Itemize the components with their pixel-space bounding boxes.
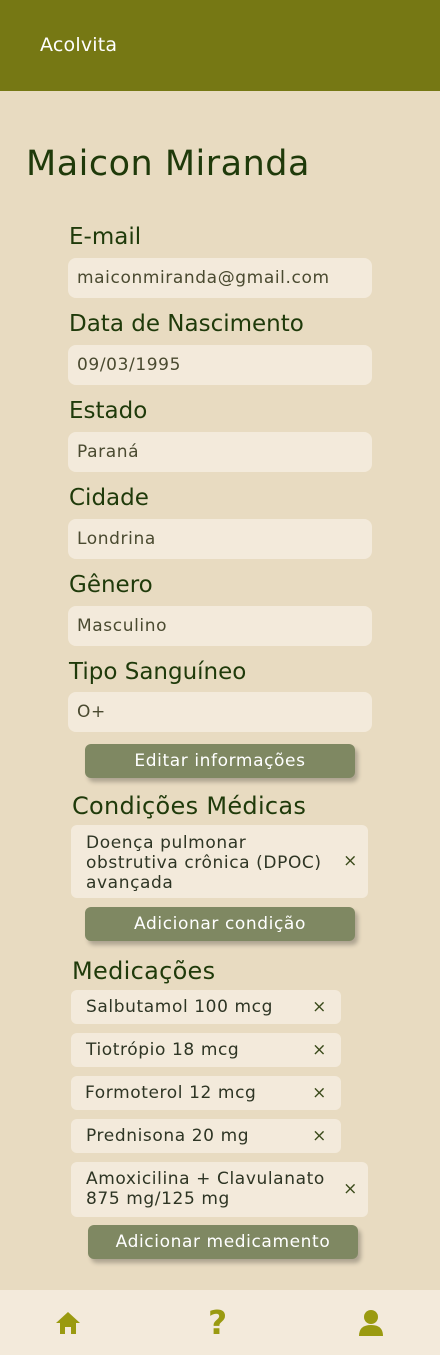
medication-text: Salbutamol 100 mcg [86, 997, 274, 1017]
home-icon[interactable] [54, 1310, 82, 1340]
conditions-title: Condições Médicas [72, 792, 307, 820]
profile-name: Maicon Miranda [26, 144, 310, 184]
blood-type-label: Tipo Sanguíneo [69, 659, 247, 685]
remove-medication-icon[interactable]: × [312, 997, 327, 1017]
medication-item: Formoterol 12 mcg × [71, 1076, 341, 1110]
condition-text-line: avançada [86, 873, 174, 893]
medication-text: Tiotrópio 18 mcg [86, 1040, 240, 1060]
user-icon[interactable] [358, 1309, 384, 1341]
state-field[interactable]: Paraná [68, 432, 372, 472]
remove-medication-icon[interactable]: × [312, 1040, 327, 1060]
remove-medication-icon[interactable]: × [343, 1179, 358, 1199]
remove-medication-icon[interactable]: × [312, 1126, 327, 1146]
medication-item: Salbutamol 100 mcg × [71, 990, 341, 1024]
medication-item: Prednisona 20 mg × [71, 1119, 341, 1153]
edit-info-button[interactable]: Editar informações [85, 744, 355, 778]
add-condition-button[interactable]: Adicionar condição [85, 907, 355, 941]
email-label: E-mail [69, 224, 142, 250]
condition-item: Doença pulmonar obstrutiva crônica (DPOC… [71, 825, 368, 898]
help-icon[interactable]: ? [208, 1303, 227, 1342]
top-app-bar: Acolvita [0, 0, 440, 91]
state-label: Estado [69, 398, 148, 424]
condition-text-line: Doença pulmonar [86, 833, 247, 853]
medication-item: Amoxicilina + Clavulanato 875 mg/125 mg … [71, 1162, 368, 1217]
medication-text-line: 875 mg/125 mg [86, 1189, 230, 1209]
city-field[interactable]: Londrina [68, 519, 372, 559]
remove-medication-icon[interactable]: × [312, 1083, 327, 1103]
medication-text: Prednisona 20 mg [86, 1126, 250, 1146]
condition-text: Doença pulmonar obstrutiva crônica (DPOC… [86, 833, 322, 893]
bottom-nav: ? [0, 1290, 440, 1355]
medication-text: Formoterol 12 mcg [85, 1083, 257, 1103]
birthdate-field[interactable]: 09/03/1995 [68, 345, 372, 385]
medication-text-line: Amoxicilina + Clavulanato [86, 1169, 325, 1189]
add-medication-button[interactable]: Adicionar medicamento [88, 1225, 358, 1259]
medication-text: Amoxicilina + Clavulanato 875 mg/125 mg [86, 1169, 325, 1209]
medications-title: Medicações [72, 957, 216, 985]
condition-text-line: obstrutiva crônica (DPOC) [86, 853, 322, 873]
blood-type-field[interactable]: O+ [68, 692, 372, 732]
gender-field[interactable]: Masculino [68, 606, 372, 646]
birthdate-label: Data de Nascimento [69, 311, 304, 337]
medication-item: Tiotrópio 18 mcg × [71, 1033, 341, 1067]
remove-condition-icon[interactable]: × [343, 851, 358, 871]
app-title: Acolvita [40, 34, 118, 56]
city-label: Cidade [69, 485, 149, 511]
gender-label: Gênero [69, 572, 153, 598]
email-field[interactable]: maiconmiranda@gmail.com [68, 258, 372, 298]
